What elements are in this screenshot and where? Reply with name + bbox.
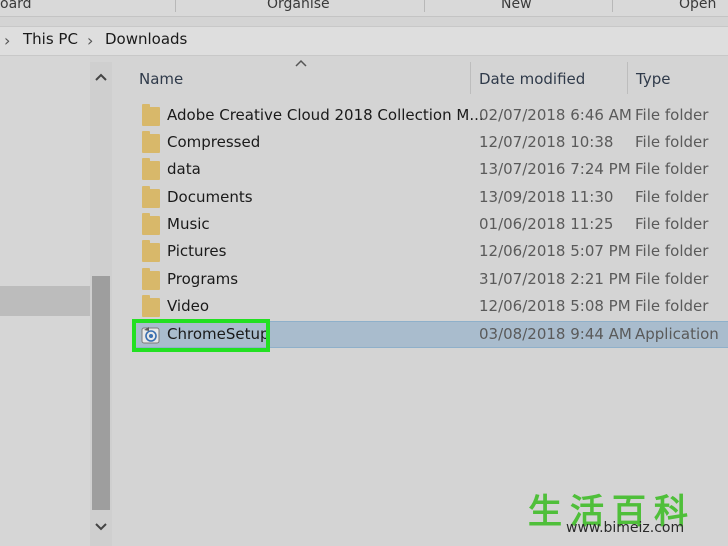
file-type: File folder: [635, 242, 709, 260]
nav-item-selected[interactable]: [0, 286, 90, 316]
folder-icon: [142, 186, 160, 208]
file-name: Compressed: [167, 133, 261, 151]
file-type: File folder: [635, 270, 709, 288]
folder-icon: [142, 268, 160, 290]
file-date: 13/07/2016 7:24 PM: [479, 160, 631, 178]
file-row[interactable]: Video 12/06/2018 5:08 PM File folder: [132, 294, 728, 321]
folder-icon: [142, 158, 160, 180]
folder-icon: [142, 295, 160, 317]
ribbon-group-new[interactable]: New: [501, 0, 532, 12]
column-header-type[interactable]: Type: [636, 70, 670, 88]
chevron-right-icon[interactable]: ›: [87, 31, 93, 50]
file-date: 12/06/2018 5:08 PM: [479, 297, 631, 315]
scroll-up-icon[interactable]: [90, 66, 112, 88]
watermark-url: www.bimeiz.com: [566, 520, 685, 536]
file-date: 12/06/2018 5:07 PM: [479, 242, 631, 260]
file-list: Name Date modified Type Adobe Creative C…: [112, 56, 728, 546]
file-name: Documents: [167, 188, 253, 206]
folder-icon: [142, 131, 160, 153]
file-name: Pictures: [167, 242, 227, 260]
file-date: 31/07/2018 2:21 PM: [479, 270, 631, 288]
folder-icon: [142, 213, 160, 235]
column-separator[interactable]: [470, 62, 471, 94]
watermark: 生活百科 www.bimeiz.com: [528, 488, 724, 542]
ribbon-separator: [424, 0, 425, 12]
file-name: Music: [167, 215, 210, 233]
file-date: 01/06/2018 11:25: [479, 215, 614, 233]
ribbon: oard Organise New Open: [0, 0, 728, 16]
ribbon-group-clipboard[interactable]: oard: [0, 0, 32, 12]
file-date: 13/09/2018 11:30: [479, 188, 614, 206]
navigation-scrollbar[interactable]: [90, 62, 112, 546]
address-bar[interactable]: › This PC › Downloads: [0, 26, 728, 56]
file-date: 02/07/2018 6:46 AM: [479, 106, 632, 124]
file-type: File folder: [635, 160, 709, 178]
file-date: 03/08/2018 9:44 AM: [479, 325, 632, 343]
folder-icon: [142, 240, 160, 262]
ribbon-group-organise[interactable]: Organise: [267, 0, 330, 12]
ribbon-divider: [0, 16, 728, 17]
column-header-name[interactable]: Name: [139, 70, 183, 88]
file-name: Programs: [167, 270, 239, 288]
breadcrumb-this-pc[interactable]: This PC: [23, 30, 78, 48]
file-row[interactable]: Documents 13/09/2018 11:30 File folder: [132, 185, 728, 212]
file-name: ChromeSetup: [167, 325, 270, 343]
file-name: Video: [167, 297, 210, 315]
file-row-selected[interactable]: ChromeSetup 03/08/2018 9:44 AM Applicati…: [132, 321, 728, 348]
breadcrumb-downloads[interactable]: Downloads: [105, 30, 187, 48]
file-type: File folder: [635, 188, 709, 206]
scroll-thumb[interactable]: [92, 276, 110, 510]
file-type: File folder: [635, 133, 709, 151]
file-type: Application: [635, 325, 719, 343]
file-row[interactable]: Pictures 12/06/2018 5:07 PM File folder: [132, 239, 728, 266]
file-date: 12/07/2018 10:38: [479, 133, 614, 151]
chevron-right-icon[interactable]: ›: [4, 31, 10, 50]
application-icon: [141, 325, 161, 345]
file-type: File folder: [635, 106, 709, 124]
ribbon-group-open[interactable]: Open: [679, 0, 716, 12]
column-header-date-modified[interactable]: Date modified: [479, 70, 585, 88]
ribbon-separator: [612, 0, 613, 12]
file-row[interactable]: Compressed 12/07/2018 10:38 File folder: [132, 130, 728, 157]
file-name: data: [167, 160, 201, 178]
file-type: File folder: [635, 215, 709, 233]
file-type: File folder: [635, 297, 709, 315]
folder-icon: [142, 104, 160, 126]
sort-ascending-icon: [295, 56, 307, 71]
column-separator[interactable]: [627, 62, 628, 94]
ribbon-separator: [175, 0, 176, 12]
file-name: Adobe Creative Cloud 2018 Collection M..…: [167, 106, 484, 124]
file-row[interactable]: Programs 31/07/2018 2:21 PM File folder: [132, 267, 728, 294]
file-row[interactable]: Adobe Creative Cloud 2018 Collection M..…: [132, 103, 728, 130]
scroll-down-icon[interactable]: [90, 516, 112, 538]
file-row[interactable]: data 13/07/2016 7:24 PM File folder: [132, 157, 728, 184]
navigation-pane: [0, 56, 90, 546]
file-row[interactable]: Music 01/06/2018 11:25 File folder: [132, 212, 728, 239]
